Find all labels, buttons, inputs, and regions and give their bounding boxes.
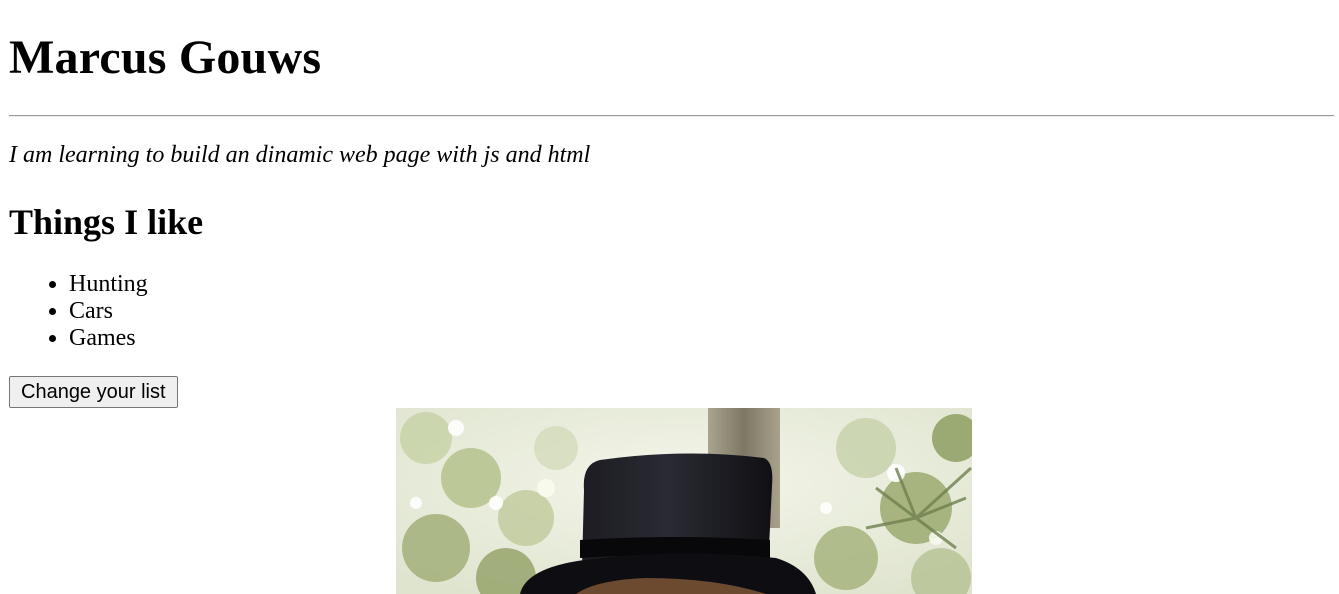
portrait-image bbox=[396, 408, 972, 594]
divider bbox=[9, 115, 1334, 117]
likes-list: Hunting Cars Games bbox=[29, 271, 148, 352]
portrait-photo bbox=[396, 408, 972, 594]
page-title: Marcus Gouws bbox=[9, 31, 322, 84]
list-item: Hunting bbox=[69, 271, 148, 298]
list-item: Games bbox=[69, 325, 148, 352]
change-list-button[interactable]: Change your list bbox=[9, 376, 178, 408]
page: Marcus Gouws I am learning to build an d… bbox=[0, 0, 1339, 594]
list-item: Cars bbox=[69, 298, 148, 325]
tagline: I am learning to build an dinamic web pa… bbox=[9, 142, 591, 168]
likes-heading: Things I like bbox=[9, 202, 204, 242]
